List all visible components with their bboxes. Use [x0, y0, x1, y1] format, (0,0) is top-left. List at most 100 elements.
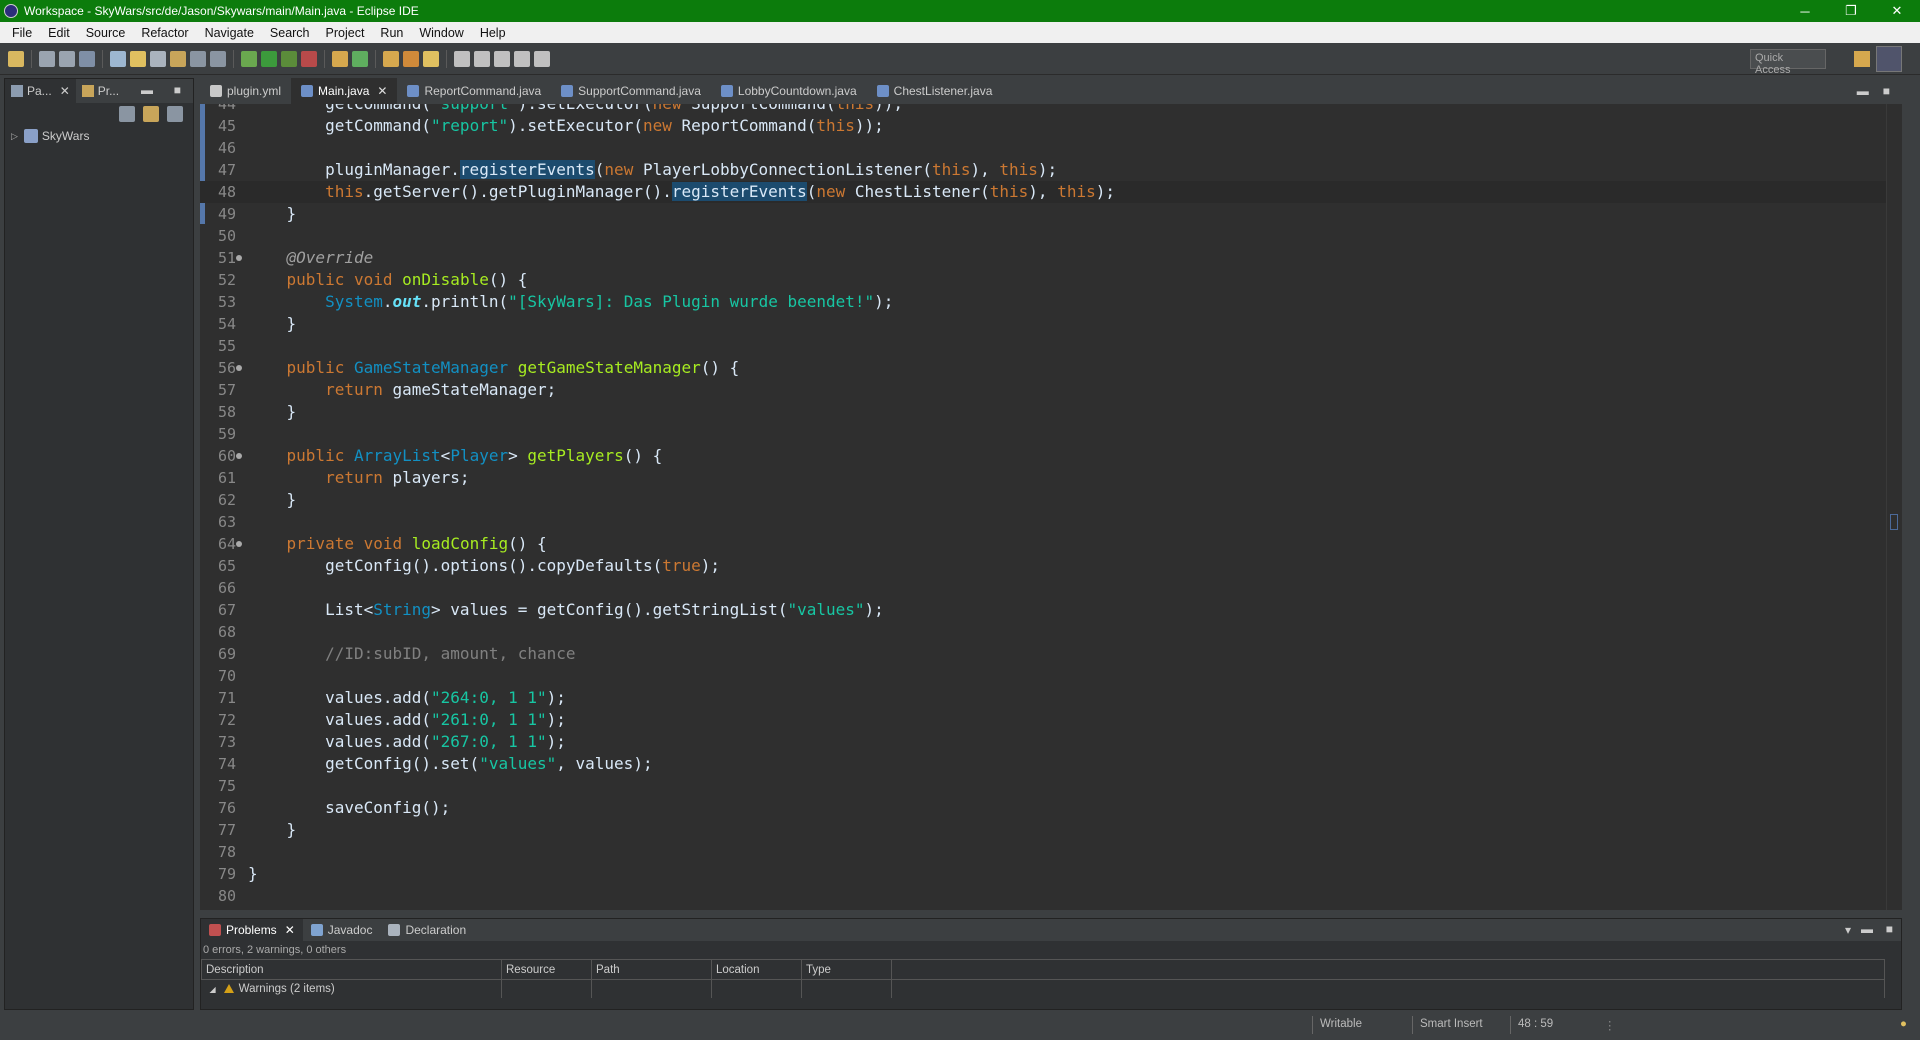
code-line[interactable]: 44 getCommand("support").setExecutor(new…	[200, 104, 1902, 115]
next-annotation-icon[interactable]	[454, 50, 470, 67]
fold-icon[interactable]	[236, 365, 242, 371]
menu-search[interactable]: Search	[262, 26, 318, 40]
code-line[interactable]: 57 return gameStateManager;	[200, 379, 1902, 401]
code-line[interactable]: 72 values.add("261:0, 1 1");	[200, 709, 1902, 731]
java-perspective-icon[interactable]	[1876, 46, 1902, 72]
code-line[interactable]: 60 public ArrayList<Player> getPlayers()…	[200, 445, 1902, 467]
tab-chestlistener-java[interactable]: ChestListener.java	[867, 78, 1003, 104]
close-window-button[interactable]: ✕	[1874, 0, 1920, 22]
code-line[interactable]: 56 public GameStateManager getGameStateM…	[200, 357, 1902, 379]
back-arrow-icon[interactable]	[514, 50, 530, 67]
menu-file[interactable]: File	[4, 26, 40, 40]
toggle-breadcrumb-icon[interactable]	[110, 50, 126, 67]
open-perspective-icon[interactable]	[1854, 51, 1870, 67]
code-line[interactable]: 75	[200, 775, 1902, 797]
code-line[interactable]: 49 }	[200, 203, 1902, 225]
collapse-all-icon[interactable]	[119, 106, 135, 122]
tab-declaration[interactable]: Declaration	[380, 919, 474, 941]
expand-arrow-icon[interactable]: ▷	[11, 131, 18, 142]
block-selection-icon[interactable]	[150, 50, 166, 67]
code-line[interactable]: 51 @Override	[200, 247, 1902, 269]
restore-button[interactable]: ❐	[1828, 0, 1874, 22]
maximize-view-icon[interactable]: ■	[1886, 922, 1893, 936]
maximize-view-icon[interactable]: ■	[174, 83, 181, 97]
code-line[interactable]: 54 }	[200, 313, 1902, 335]
code-line[interactable]: 64 private void loadConfig() {	[200, 533, 1902, 555]
view-menu-icon[interactable]: ▾	[1845, 923, 1851, 937]
maximize-view-icon[interactable]: ■	[1883, 84, 1890, 98]
table-row[interactable]: ◢ Warnings (2 items)	[201, 979, 1885, 998]
code-line[interactable]: 76 saveConfig();	[200, 797, 1902, 819]
code-line[interactable]: 52 public void onDisable() {	[200, 269, 1902, 291]
minimize-button[interactable]: ─	[1782, 0, 1828, 22]
code-line[interactable]: 68	[200, 621, 1902, 643]
menu-navigate[interactable]: Navigate	[197, 26, 262, 40]
tab-reportcommand-java[interactable]: ReportCommand.java	[397, 78, 551, 104]
code-line[interactable]: 59	[200, 423, 1902, 445]
code-line[interactable]: 69 //ID:subID, amount, chance	[200, 643, 1902, 665]
code-line[interactable]: 63	[200, 511, 1902, 533]
menu-help[interactable]: Help	[472, 26, 514, 40]
debug-icon[interactable]	[241, 50, 257, 67]
menu-project[interactable]: Project	[318, 26, 373, 40]
status-menu-icon[interactable]: ⋮	[1604, 1018, 1616, 1032]
view-menu-icon[interactable]	[167, 106, 183, 122]
code-line[interactable]: 66	[200, 577, 1902, 599]
focus-workspace-icon[interactable]	[1785, 922, 1801, 938]
tab-supportcommand-java[interactable]: SupportCommand.java	[551, 78, 711, 104]
occurrence-marker[interactable]	[1890, 514, 1898, 530]
new-icon[interactable]	[8, 50, 24, 67]
minimize-view-icon[interactable]: ▬	[1857, 84, 1869, 98]
tab-main-java[interactable]: Main.java ✕	[291, 78, 398, 104]
new-java-project-icon[interactable]	[332, 50, 348, 67]
menu-edit[interactable]: Edit	[40, 26, 78, 40]
code-line[interactable]: 78	[200, 841, 1902, 863]
code-line[interactable]: 65 getConfig().options().copyDefaults(tr…	[200, 555, 1902, 577]
tab-project-explorer[interactable]: Pr...	[76, 79, 125, 103]
menu-source[interactable]: Source	[78, 26, 134, 40]
code-line[interactable]: 67 List<String> values = getConfig().get…	[200, 599, 1902, 621]
tab-problems[interactable]: Problems ✕	[201, 919, 303, 941]
save-icon[interactable]	[39, 50, 55, 67]
coverage-icon[interactable]	[281, 50, 297, 67]
lightbulb-icon[interactable]: ●	[1900, 1018, 1907, 1030]
column-resource[interactable]: Resource	[501, 959, 592, 980]
code-line[interactable]: 50	[200, 225, 1902, 247]
tree-item-skywars[interactable]: ▷ SkyWars	[5, 125, 193, 147]
tab-plugin-yml[interactable]: plugin.yml	[200, 78, 291, 104]
previous-annotation-icon[interactable]	[474, 50, 490, 67]
column-location[interactable]: Location	[711, 959, 802, 980]
code-line[interactable]: 61 return players;	[200, 467, 1902, 489]
menu-refactor[interactable]: Refactor	[133, 26, 196, 40]
code-line[interactable]: 70	[200, 665, 1902, 687]
close-icon[interactable]: ✕	[377, 84, 387, 98]
last-edit-location-icon[interactable]	[494, 50, 510, 67]
code-line[interactable]: 58 }	[200, 401, 1902, 423]
code-line[interactable]: 71 values.add("264:0, 1 1");	[200, 687, 1902, 709]
close-icon[interactable]: ✕	[60, 84, 70, 98]
run-icon[interactable]	[261, 50, 277, 67]
fold-icon[interactable]	[236, 453, 242, 459]
menu-run[interactable]: Run	[372, 26, 411, 40]
overview-ruler[interactable]	[1886, 104, 1902, 910]
code-line[interactable]: 53 System.out.println("[SkyWars]: Das Pl…	[200, 291, 1902, 313]
mark-occurrences-icon[interactable]	[130, 50, 146, 67]
code-line[interactable]: 80	[200, 885, 1902, 907]
link-with-editor-icon[interactable]	[143, 106, 159, 122]
column-path[interactable]: Path	[591, 959, 712, 980]
fold-icon[interactable]	[236, 541, 242, 547]
code-line[interactable]: 46	[200, 137, 1902, 159]
external-tools-icon[interactable]	[301, 50, 317, 67]
expand-arrow-icon[interactable]: ◢	[210, 985, 216, 994]
forward-arrow-icon[interactable]	[534, 50, 550, 67]
close-icon[interactable]: ✕	[285, 923, 295, 937]
column-description[interactable]: Description	[201, 959, 502, 980]
show-whitespace-icon[interactable]	[190, 50, 206, 67]
minimize-view-icon[interactable]: ▬	[1861, 922, 1873, 936]
open-type-icon[interactable]	[383, 50, 399, 67]
word-wrap-icon[interactable]	[170, 50, 186, 67]
code-line[interactable]: 47 pluginManager.registerEvents(new Play…	[200, 159, 1902, 181]
minimize-view-icon[interactable]: ▬	[141, 83, 153, 97]
tab-package-explorer[interactable]: Pa... ✕	[5, 79, 76, 103]
code-line[interactable]: 73 values.add("267:0, 1 1");	[200, 731, 1902, 753]
